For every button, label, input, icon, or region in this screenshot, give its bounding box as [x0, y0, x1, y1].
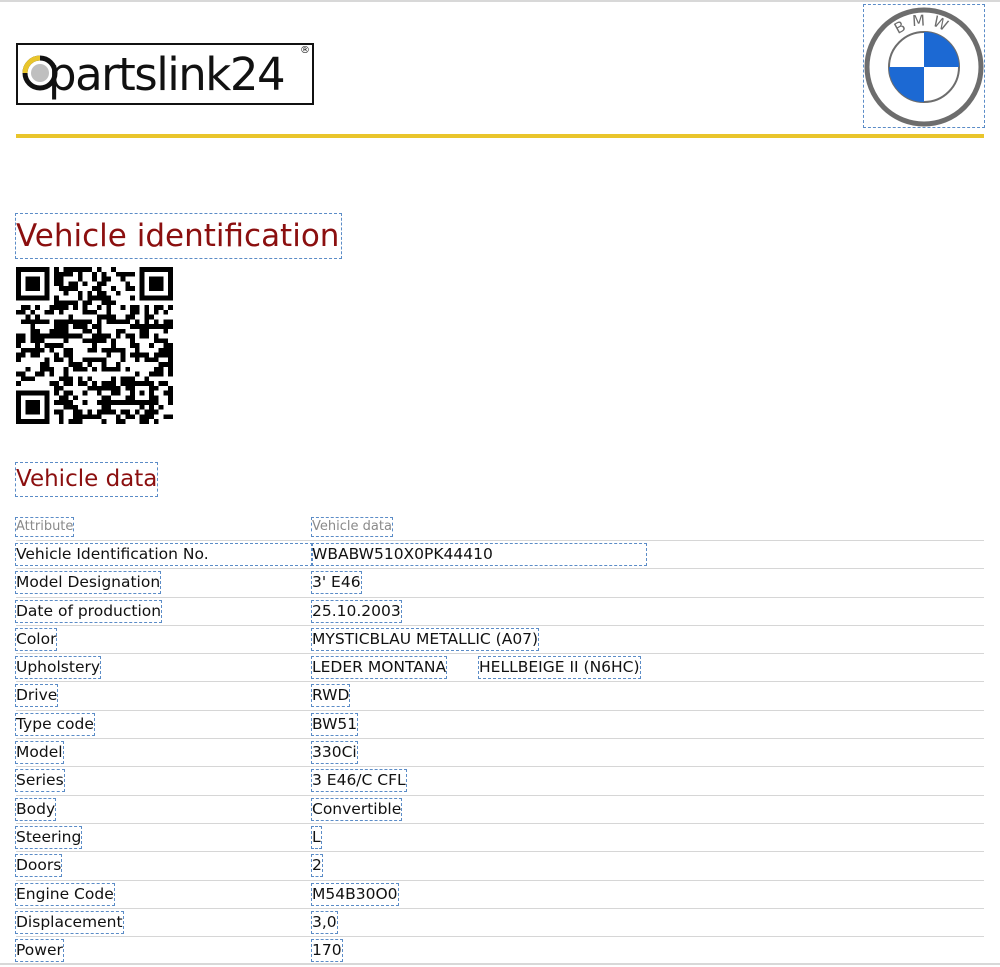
row-attribute: Type code	[15, 712, 95, 736]
table-row: Steering L	[14, 824, 984, 853]
row-value: M54B30O0	[311, 882, 399, 906]
row-value: L	[311, 825, 322, 849]
header-divider	[16, 134, 984, 138]
row-attribute: Upholstery	[14, 656, 102, 680]
row-value: 3 E46/C CFL	[311, 769, 407, 793]
top-border	[0, 0, 1000, 2]
table-row: Date of production 25.10.2003	[14, 598, 984, 626]
qr-code	[16, 267, 173, 424]
vehicle-data-table: Attribute Vehicle data Vehicle Identific…	[14, 515, 984, 965]
table-row: Type code BW51	[15, 711, 984, 740]
row-attribute: Vehicle Identification No.	[15, 543, 313, 566]
row-value: LEDER MONTANA	[310, 656, 448, 680]
bmw-logo-icon: BMW	[863, 4, 985, 128]
row-value: MYSTICBLAU METALLIC (A07)	[310, 627, 540, 651]
row-value: RWD	[310, 684, 351, 708]
row-value: 3,0	[311, 910, 338, 934]
row-value: 3' E46	[311, 571, 362, 595]
row-value: 25.10.2003	[311, 599, 402, 623]
row-attribute: Model	[15, 741, 64, 765]
row-attribute: Doors	[14, 854, 63, 878]
vehicle-identification-title: Vehicle identification	[14, 213, 343, 259]
table-row: Color MYSTICBLAU METALLIC (A07)	[14, 626, 984, 655]
table-row: Model Designation 3' E46	[14, 569, 984, 598]
row-attribute: Steering	[14, 825, 83, 849]
row-attribute: Displacement	[15, 910, 124, 934]
row-value: 170	[311, 939, 343, 963]
partslink24-logo: partslink24 ®	[16, 43, 314, 105]
table-row: Engine Code M54B30O0	[15, 881, 984, 909]
brand-wordmark: partslink24	[48, 48, 286, 101]
column-header-vehicle-data: Vehicle data	[311, 517, 393, 537]
vehicle-data-title: Vehicle data	[14, 462, 159, 497]
row-value: WBABW510X0PK44410	[311, 543, 647, 566]
table-row: Vehicle Identification No. WBABW510X0PK44…	[15, 541, 984, 570]
column-header-attribute: Attribute	[14, 517, 75, 537]
table-header: Attribute Vehicle data	[14, 515, 984, 541]
row-value: Convertible	[310, 797, 403, 821]
table-row: Upholstery LEDER MONTANA HELLBEIGE II (N6H…	[14, 654, 984, 683]
table-row: Power 170	[15, 937, 984, 965]
row-attribute: Drive	[14, 684, 59, 708]
row-attribute: Engine Code	[15, 882, 115, 906]
row-attribute: Model Designation	[14, 571, 162, 595]
row-attribute: Color	[14, 627, 58, 651]
table-row: Displacement 3,0	[15, 909, 984, 938]
row-value-secondary: HELLBEIGE II (N6HC)	[478, 656, 641, 680]
table-row: Model 330Ci	[15, 739, 984, 768]
row-attribute: Power	[15, 939, 64, 963]
row-value: 330Ci	[311, 741, 358, 765]
row-attribute: Body	[14, 797, 57, 821]
row-value: BW51	[310, 712, 359, 736]
registered-mark: ®	[300, 45, 310, 56]
table-row: Drive RWD	[14, 682, 984, 711]
table-row: Doors 2	[14, 852, 984, 881]
row-attribute: Series	[15, 769, 65, 793]
table-row: Body Convertible	[14, 796, 984, 824]
row-value: 2	[311, 854, 323, 878]
bottom-border	[0, 963, 1000, 965]
table-row: Series 3 E46/C CFL	[15, 767, 984, 796]
row-attribute: Date of production	[14, 599, 163, 623]
